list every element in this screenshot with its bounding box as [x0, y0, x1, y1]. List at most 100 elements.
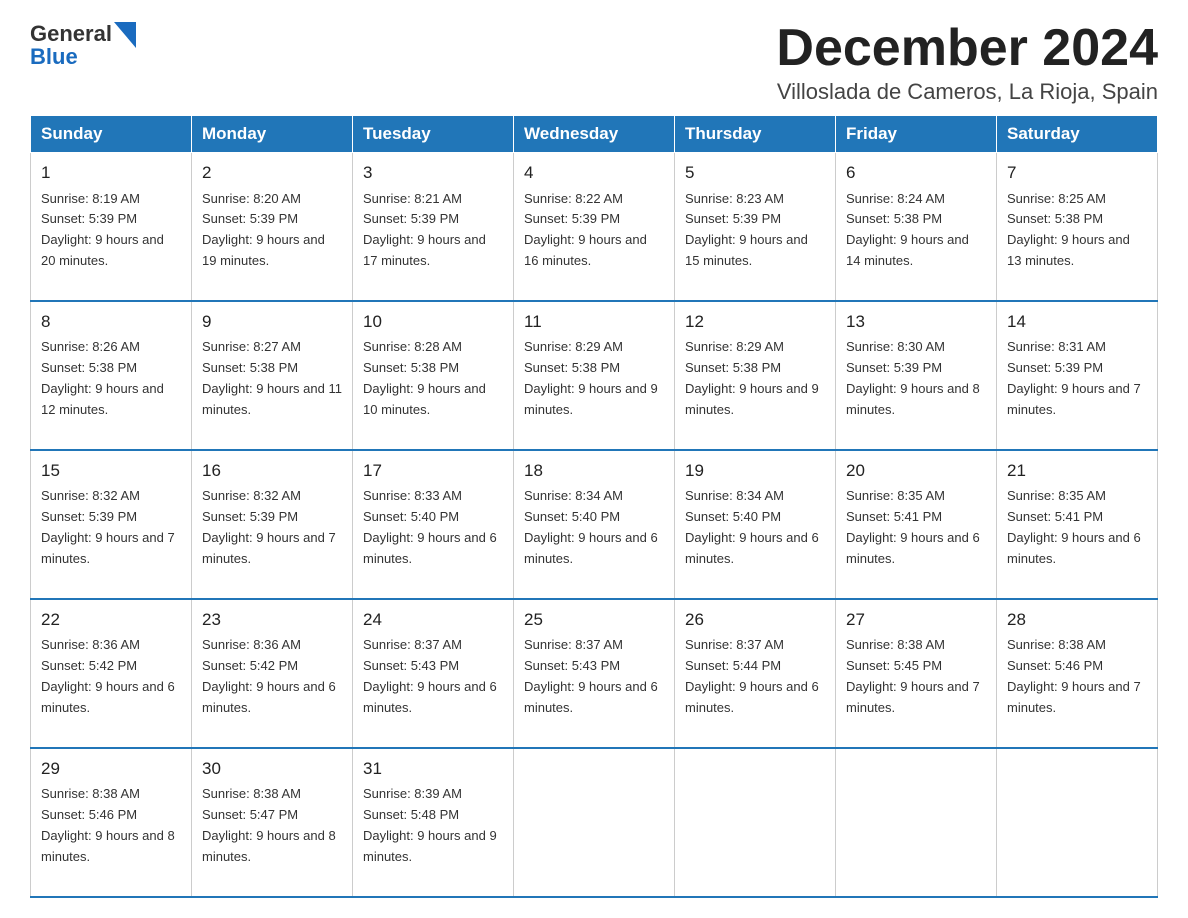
calendar-day-cell: 5 Sunrise: 8:23 AMSunset: 5:39 PMDaylight…	[675, 153, 836, 301]
day-info: Sunrise: 8:25 AMSunset: 5:38 PMDaylight:…	[1007, 189, 1147, 272]
day-info: Sunrise: 8:31 AMSunset: 5:39 PMDaylight:…	[1007, 337, 1147, 420]
day-info: Sunrise: 8:22 AMSunset: 5:39 PMDaylight:…	[524, 189, 664, 272]
day-number: 30	[202, 756, 342, 782]
day-number: 12	[685, 309, 825, 335]
day-number: 21	[1007, 458, 1147, 484]
header-sunday: Sunday	[31, 116, 192, 153]
header-thursday: Thursday	[675, 116, 836, 153]
calendar-day-cell: 7 Sunrise: 8:25 AMSunset: 5:38 PMDaylight…	[997, 153, 1158, 301]
day-info: Sunrise: 8:34 AMSunset: 5:40 PMDaylight:…	[524, 486, 664, 569]
day-number: 6	[846, 160, 986, 186]
calendar-day-cell: 24Sunrise: 8:37 AMSunset: 5:43 PMDayligh…	[353, 599, 514, 748]
day-number: 8	[41, 309, 181, 335]
weekday-header-row: Sunday Monday Tuesday Wednesday Thursday…	[31, 116, 1158, 153]
page: General Blue December 2024 Villoslada de…	[0, 0, 1188, 918]
day-info: Sunrise: 8:21 AMSunset: 5:39 PMDaylight:…	[363, 189, 503, 272]
calendar-day-cell: 19Sunrise: 8:34 AMSunset: 5:40 PMDayligh…	[675, 450, 836, 599]
day-info: Sunrise: 8:27 AMSunset: 5:38 PMDaylight:…	[202, 337, 342, 420]
day-info: Sunrise: 8:39 AMSunset: 5:48 PMDaylight:…	[363, 784, 503, 867]
header-friday: Friday	[836, 116, 997, 153]
calendar-body: 1 Sunrise: 8:19 AMSunset: 5:39 PMDaylight…	[31, 153, 1158, 897]
calendar-week-row: 1 Sunrise: 8:19 AMSunset: 5:39 PMDaylight…	[31, 153, 1158, 301]
day-info: Sunrise: 8:20 AMSunset: 5:39 PMDaylight:…	[202, 189, 342, 272]
day-number: 19	[685, 458, 825, 484]
day-number: 16	[202, 458, 342, 484]
calendar-day-cell: 16Sunrise: 8:32 AMSunset: 5:39 PMDayligh…	[192, 450, 353, 599]
day-info: Sunrise: 8:19 AMSunset: 5:39 PMDaylight:…	[41, 189, 181, 272]
header-saturday: Saturday	[997, 116, 1158, 153]
title-block: December 2024 Villoslada de Cameros, La …	[776, 20, 1158, 105]
header-wednesday: Wednesday	[514, 116, 675, 153]
day-number: 18	[524, 458, 664, 484]
day-number: 28	[1007, 607, 1147, 633]
calendar-day-cell: 20Sunrise: 8:35 AMSunset: 5:41 PMDayligh…	[836, 450, 997, 599]
day-number: 1	[41, 160, 181, 186]
day-info: Sunrise: 8:30 AMSunset: 5:39 PMDaylight:…	[846, 337, 986, 420]
day-number: 25	[524, 607, 664, 633]
calendar-day-cell: 8Sunrise: 8:26 AMSunset: 5:38 PMDaylight…	[31, 301, 192, 450]
day-number: 23	[202, 607, 342, 633]
calendar-day-cell: 18Sunrise: 8:34 AMSunset: 5:40 PMDayligh…	[514, 450, 675, 599]
calendar-day-cell: 28Sunrise: 8:38 AMSunset: 5:46 PMDayligh…	[997, 599, 1158, 748]
day-number: 5	[685, 160, 825, 186]
day-number: 27	[846, 607, 986, 633]
day-info: Sunrise: 8:38 AMSunset: 5:46 PMDaylight:…	[1007, 635, 1147, 718]
calendar-day-cell: 21Sunrise: 8:35 AMSunset: 5:41 PMDayligh…	[997, 450, 1158, 599]
calendar-table: Sunday Monday Tuesday Wednesday Thursday…	[30, 115, 1158, 898]
day-info: Sunrise: 8:26 AMSunset: 5:38 PMDaylight:…	[41, 337, 181, 420]
day-number: 29	[41, 756, 181, 782]
day-number: 2	[202, 160, 342, 186]
calendar-day-cell	[836, 748, 997, 897]
day-info: Sunrise: 8:38 AMSunset: 5:45 PMDaylight:…	[846, 635, 986, 718]
day-number: 26	[685, 607, 825, 633]
day-info: Sunrise: 8:29 AMSunset: 5:38 PMDaylight:…	[524, 337, 664, 420]
calendar-day-cell	[514, 748, 675, 897]
day-number: 22	[41, 607, 181, 633]
calendar-day-cell: 25Sunrise: 8:37 AMSunset: 5:43 PMDayligh…	[514, 599, 675, 748]
day-info: Sunrise: 8:35 AMSunset: 5:41 PMDaylight:…	[1007, 486, 1147, 569]
calendar-week-row: 22 Sunrise: 8:36 AMSunset: 5:42 PMDayligh…	[31, 599, 1158, 748]
day-info: Sunrise: 8:29 AMSunset: 5:38 PMDaylight:…	[685, 337, 825, 420]
day-number: 24	[363, 607, 503, 633]
day-number: 14	[1007, 309, 1147, 335]
header-tuesday: Tuesday	[353, 116, 514, 153]
calendar-header: Sunday Monday Tuesday Wednesday Thursday…	[31, 116, 1158, 153]
day-info: Sunrise: 8:23 AMSunset: 5:39 PMDaylight:…	[685, 189, 825, 272]
calendar-day-cell: 11Sunrise: 8:29 AMSunset: 5:38 PMDayligh…	[514, 301, 675, 450]
calendar-day-cell: 23Sunrise: 8:36 AMSunset: 5:42 PMDayligh…	[192, 599, 353, 748]
calendar-day-cell: 22Sunrise: 8:36 AMSunset: 5:42 PMDayligh…	[31, 599, 192, 748]
day-number: 17	[363, 458, 503, 484]
day-info: Sunrise: 8:24 AMSunset: 5:38 PMDaylight:…	[846, 189, 986, 272]
day-info: Sunrise: 8:38 AMSunset: 5:47 PMDaylight:…	[202, 784, 342, 867]
calendar-day-cell: 13Sunrise: 8:30 AMSunset: 5:39 PMDayligh…	[836, 301, 997, 450]
calendar-day-cell: 31Sunrise: 8:39 AMSunset: 5:48 PMDayligh…	[353, 748, 514, 897]
calendar-day-cell: 2 Sunrise: 8:20 AMSunset: 5:39 PMDaylight…	[192, 153, 353, 301]
logo-arrow-icon	[114, 22, 136, 48]
calendar-day-cell: 10Sunrise: 8:28 AMSunset: 5:38 PMDayligh…	[353, 301, 514, 450]
day-info: Sunrise: 8:34 AMSunset: 5:40 PMDaylight:…	[685, 486, 825, 569]
calendar-day-cell: 9Sunrise: 8:27 AMSunset: 5:38 PMDaylight…	[192, 301, 353, 450]
calendar-day-cell	[997, 748, 1158, 897]
calendar-day-cell: 4 Sunrise: 8:22 AMSunset: 5:39 PMDaylight…	[514, 153, 675, 301]
day-number: 10	[363, 309, 503, 335]
location-title: Villoslada de Cameros, La Rioja, Spain	[776, 79, 1158, 105]
day-number: 15	[41, 458, 181, 484]
calendar-day-cell: 29Sunrise: 8:38 AMSunset: 5:46 PMDayligh…	[31, 748, 192, 897]
day-info: Sunrise: 8:33 AMSunset: 5:40 PMDaylight:…	[363, 486, 503, 569]
day-number: 31	[363, 756, 503, 782]
day-number: 9	[202, 309, 342, 335]
day-number: 4	[524, 160, 664, 186]
calendar-week-row: 8Sunrise: 8:26 AMSunset: 5:38 PMDaylight…	[31, 301, 1158, 450]
calendar-day-cell: 15Sunrise: 8:32 AMSunset: 5:39 PMDayligh…	[31, 450, 192, 599]
day-number: 3	[363, 160, 503, 186]
logo-text-general: General	[30, 22, 112, 46]
day-info: Sunrise: 8:36 AMSunset: 5:42 PMDaylight:…	[202, 635, 342, 718]
day-number: 20	[846, 458, 986, 484]
calendar-day-cell: 3 Sunrise: 8:21 AMSunset: 5:39 PMDaylight…	[353, 153, 514, 301]
day-info: Sunrise: 8:38 AMSunset: 5:46 PMDaylight:…	[41, 784, 181, 867]
header-monday: Monday	[192, 116, 353, 153]
calendar-day-cell	[675, 748, 836, 897]
day-number: 7	[1007, 160, 1147, 186]
month-title: December 2024	[776, 20, 1158, 77]
calendar-day-cell: 26Sunrise: 8:37 AMSunset: 5:44 PMDayligh…	[675, 599, 836, 748]
